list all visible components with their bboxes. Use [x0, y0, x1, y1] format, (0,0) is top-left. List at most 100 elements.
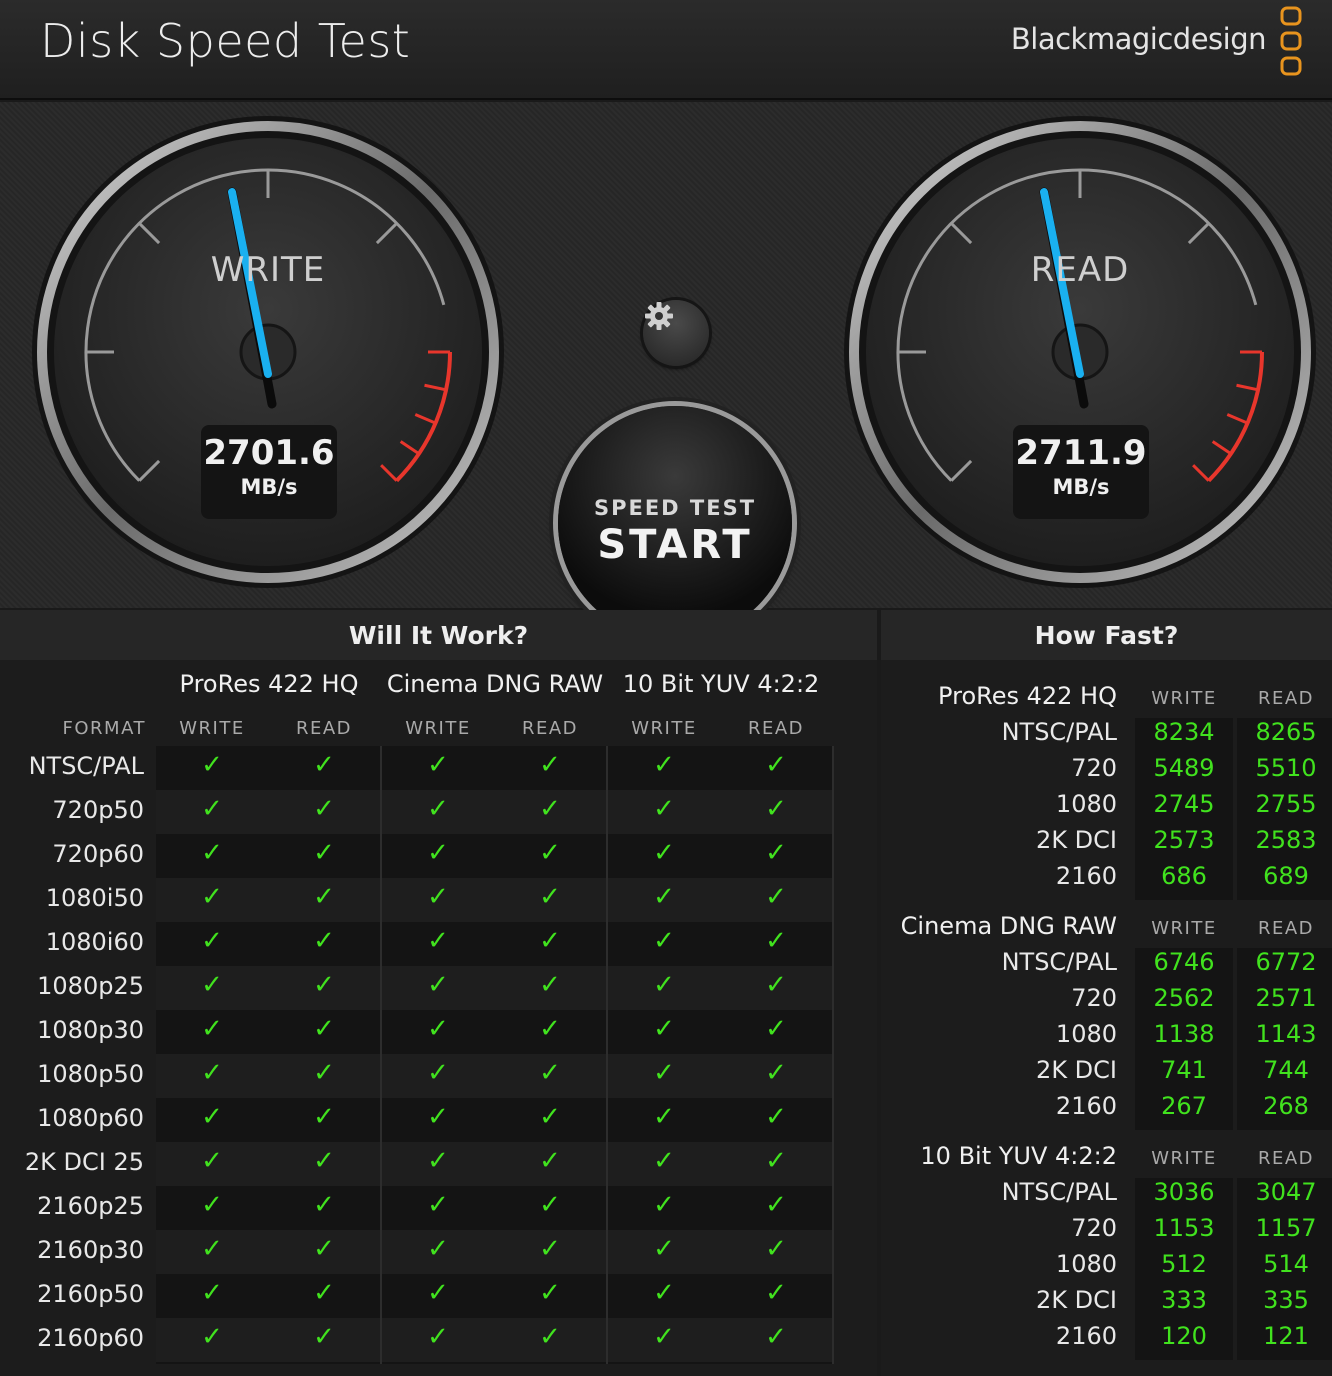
write-speed-value: 2701.6: [203, 433, 335, 473]
check-icon: ✓: [653, 1102, 675, 1132]
how-fast-resolution-label: 1080: [1055, 1020, 1117, 1048]
how-fast-read-header: READ: [1257, 688, 1315, 709]
check-icon: ✓: [653, 794, 675, 824]
how-fast-read-fps: 121: [1263, 1322, 1309, 1350]
how-fast-read-fps: 2583: [1255, 826, 1317, 854]
format-label: 1080p25: [37, 972, 144, 1000]
check-icon: ✓: [427, 926, 449, 956]
check-icon: ✓: [427, 1058, 449, 1088]
how-fast-resolution-label: NTSC/PAL: [1001, 948, 1117, 976]
check-icon: ✓: [653, 1234, 675, 1264]
codec-header: 10 Bit YUV 4:2:2: [622, 670, 820, 698]
check-icon: ✓: [313, 1014, 335, 1044]
check-icon: ✓: [539, 1058, 561, 1088]
read-readout: 2711.9 MB/s: [1013, 425, 1149, 519]
write-column-header: WRITE: [405, 718, 471, 739]
format-label: 2160p25: [37, 1192, 144, 1220]
format-label: 1080p30: [37, 1016, 144, 1044]
how-fast-read-fps: 268: [1263, 1092, 1309, 1120]
how-fast-write-fps: 2562: [1153, 984, 1215, 1012]
check-icon: ✓: [653, 838, 675, 868]
check-icon: ✓: [539, 794, 561, 824]
how-fast-write-fps: 2573: [1153, 826, 1215, 854]
format-label: 720p60: [52, 840, 144, 868]
format-label: 720p50: [52, 796, 144, 824]
codec-header: Cinema DNG RAW: [386, 670, 604, 698]
check-icon: ✓: [765, 926, 787, 956]
check-icon: ✓: [313, 1190, 335, 1220]
format-label: 2K DCI 25: [24, 1148, 144, 1176]
title-bar: Disk Speed Test Blackmagicdesign: [0, 0, 1332, 100]
check-icon: ✓: [765, 970, 787, 1000]
check-icon: ✓: [427, 1014, 449, 1044]
how-fast-read-fps: 8265: [1255, 718, 1317, 746]
gauge-panel: WRITE READ 2701.6 MB/s 2711.9 MB/s SPEED…: [0, 102, 1332, 640]
check-icon: ✓: [201, 1102, 223, 1132]
how-fast-resolution-label: 720: [1071, 754, 1117, 782]
check-icon: ✓: [653, 1278, 675, 1308]
write-readout: 2701.6 MB/s: [201, 425, 337, 519]
check-icon: ✓: [653, 882, 675, 912]
check-icon: ✓: [539, 1146, 561, 1176]
check-icon: ✓: [313, 970, 335, 1000]
check-icon: ✓: [201, 1014, 223, 1044]
check-icon: ✓: [539, 970, 561, 1000]
check-icon: ✓: [653, 750, 675, 780]
how-fast-resolution-label: 720: [1071, 1214, 1117, 1242]
check-icon: ✓: [539, 750, 561, 780]
how-fast-write-fps: 3036: [1153, 1178, 1215, 1206]
check-icon: ✓: [765, 1322, 787, 1352]
check-icon: ✓: [313, 750, 335, 780]
how-fast-write-header: WRITE: [1151, 1148, 1217, 1169]
how-fast-read-fps: 689: [1263, 862, 1309, 890]
format-label: 1080i50: [45, 884, 144, 912]
settings-button[interactable]: [643, 300, 709, 366]
check-icon: ✓: [201, 1234, 223, 1264]
check-icon: ✓: [313, 1322, 335, 1352]
check-icon: ✓: [201, 1278, 223, 1308]
how-fast-read-fps: 514: [1263, 1250, 1309, 1278]
how-fast-codec-header: 10 Bit YUV 4:2:2: [920, 1142, 1117, 1170]
write-speed-unit: MB/s: [240, 475, 298, 499]
check-icon: ✓: [201, 1146, 223, 1176]
check-icon: ✓: [539, 1278, 561, 1308]
check-icon: ✓: [653, 970, 675, 1000]
check-icon: ✓: [765, 1102, 787, 1132]
check-icon: ✓: [201, 1058, 223, 1088]
check-icon: ✓: [539, 1234, 561, 1264]
how-fast-read-fps: 744: [1263, 1056, 1309, 1084]
write-column-header: WRITE: [179, 718, 245, 739]
format-label: 2160p50: [37, 1280, 144, 1308]
how-fast-write-header: WRITE: [1151, 918, 1217, 939]
check-icon: ✓: [765, 1058, 787, 1088]
check-icon: ✓: [653, 1058, 675, 1088]
check-icon: ✓: [201, 926, 223, 956]
check-icon: ✓: [427, 794, 449, 824]
check-icon: ✓: [201, 794, 223, 824]
how-fast-resolution-label: 2160: [1055, 1322, 1117, 1350]
how-fast-resolution-label: 1080: [1055, 1250, 1117, 1278]
how-fast-read-fps: 3047: [1255, 1178, 1317, 1206]
check-icon: ✓: [313, 838, 335, 868]
start-button-caption: SPEED TEST: [593, 496, 757, 520]
how-fast-resolution-label: 2K DCI: [1036, 826, 1117, 854]
check-icon: ✓: [765, 882, 787, 912]
start-button[interactable]: SPEED TEST START: [558, 406, 792, 640]
check-icon: ✓: [427, 1190, 449, 1220]
format-label: 2160p60: [37, 1324, 144, 1352]
how-fast-write-fps: 1138: [1153, 1020, 1215, 1048]
check-icon: ✓: [313, 1278, 335, 1308]
check-icon: ✓: [653, 1190, 675, 1220]
how-fast-resolution-label: NTSC/PAL: [1001, 1178, 1117, 1206]
check-icon: ✓: [201, 1190, 223, 1220]
check-icon: ✓: [539, 1322, 561, 1352]
check-icon: ✓: [765, 1234, 787, 1264]
check-icon: ✓: [201, 750, 223, 780]
check-icon: ✓: [653, 926, 675, 956]
how-fast-resolution-label: 2K DCI: [1036, 1056, 1117, 1084]
group-divider: [832, 746, 834, 1364]
how-fast-resolution-label: 2160: [1055, 862, 1117, 890]
how-fast-read-fps: 335: [1263, 1286, 1309, 1314]
how-fast-resolution-label: 1080: [1055, 790, 1117, 818]
read-speed-value: 2711.9: [1015, 433, 1147, 473]
